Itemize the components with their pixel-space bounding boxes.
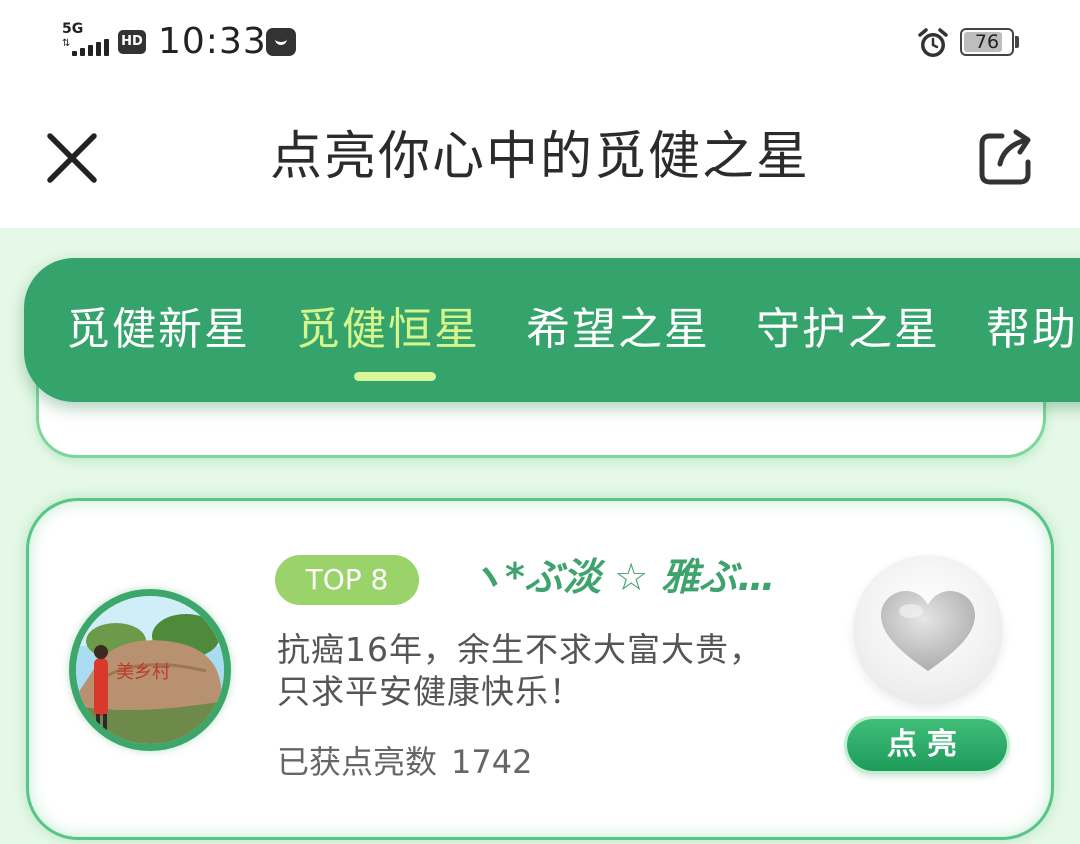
title-bar: 点亮你心中的觅健之星 bbox=[0, 84, 1080, 228]
page-title: 点亮你心中的觅健之星 bbox=[269, 127, 810, 187]
share-icon[interactable] bbox=[972, 126, 1040, 190]
tab-hope-star[interactable]: 希望之星 bbox=[526, 302, 710, 358]
rank-badge: TOP 8 bbox=[275, 555, 419, 605]
svg-text:美乡村: 美乡村 bbox=[116, 662, 170, 683]
tab-eternal-star[interactable]: 觅健恒星 bbox=[296, 302, 480, 358]
light-count-value: 1742 bbox=[451, 743, 533, 781]
content-area: 觅健新星 觅健恒星 希望之星 守护之星 帮助 美乡村 TOP 8 ヽ*ぶ淡 ☆ … bbox=[0, 228, 1080, 844]
tab-help[interactable]: 帮助 bbox=[986, 302, 1078, 358]
tab-guardian-star[interactable]: 守护之星 bbox=[756, 302, 940, 358]
signal-icon: 5G ⇅ bbox=[60, 22, 112, 58]
avatar[interactable]: 美乡村 bbox=[69, 589, 231, 751]
alarm-icon bbox=[918, 28, 948, 57]
heart-icon bbox=[881, 591, 975, 671]
user-motto: 抗癌16年，余生不求大富大贵， 只求平安健康快乐！ bbox=[277, 629, 837, 713]
hd-icon: HD bbox=[118, 30, 146, 54]
category-tabs: 觅健新星 觅健恒星 希望之星 守护之星 帮助 bbox=[24, 258, 1080, 402]
user-nickname: ヽ*ぶ淡 ☆ 雅ぶ… bbox=[467, 555, 776, 599]
star-card[interactable]: 美乡村 TOP 8 ヽ*ぶ淡 ☆ 雅ぶ… 抗癌16年，余生不求大富大贵， 只求平… bbox=[26, 498, 1054, 840]
light-up-button[interactable]: 点亮 bbox=[847, 719, 1007, 771]
network-type: 5G bbox=[62, 21, 84, 37]
avatar-photo: 美乡村 bbox=[76, 596, 224, 744]
motto-line: 只求平安健康快乐！ bbox=[277, 672, 583, 711]
notification-icon bbox=[266, 28, 296, 56]
tab-new-star[interactable]: 觅健新星 bbox=[66, 302, 250, 358]
status-time: 10:33 bbox=[158, 21, 267, 62]
motto-line: 抗癌16年，余生不求大富大贵， bbox=[277, 630, 763, 669]
status-bar: 5G ⇅ HD 10:33 76 bbox=[0, 0, 1080, 84]
active-tab-indicator bbox=[354, 372, 436, 381]
battery-icon: 76 bbox=[960, 28, 1014, 56]
light-count: 已获点亮数 1742 bbox=[277, 741, 532, 783]
heart-button[interactable] bbox=[853, 555, 1003, 705]
light-count-label: 已获点亮数 bbox=[277, 743, 438, 781]
battery-level: 76 bbox=[974, 31, 1000, 53]
